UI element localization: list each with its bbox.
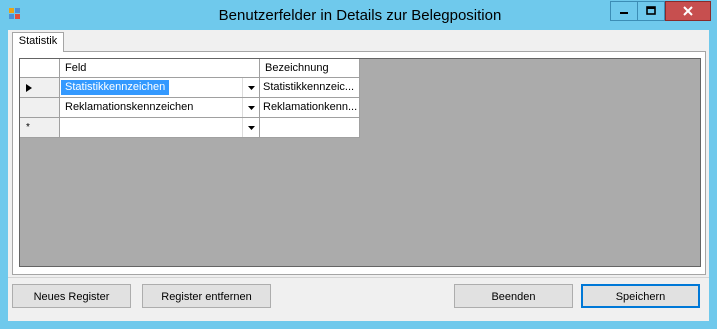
minimize-icon [620,12,628,14]
maximize-button[interactable] [638,1,665,21]
new-row-indicator: * [26,122,30,133]
row-header[interactable] [20,98,60,118]
close-icon [683,6,693,16]
feld-combobox[interactable]: Statistikkennzeichen [60,78,260,98]
bezeichnung-cell[interactable] [260,118,360,138]
button-bar: Neues Register Register entfernen Beende… [8,277,709,321]
row-header[interactable] [20,78,60,98]
app-icon [9,8,20,19]
bezeichnung-cell[interactable]: Statistikkennzeic... [260,78,360,98]
row-header[interactable]: * [20,118,60,138]
save-button[interactable]: Speichern [581,284,700,308]
window-title: Benutzerfelder in Details zur Belegposit… [218,7,502,24]
remove-tab-button[interactable]: Register entfernen [142,284,271,308]
current-row-icon [26,84,32,92]
tab-page: Feld Bezeichnung Statistikkennzeichen St… [12,51,706,275]
feld-value: Reklamationskennzeichen [65,101,194,113]
chevron-down-icon [247,125,255,130]
title-bar[interactable]: Benutzerfelder in Details zur Belegposit… [0,0,717,30]
table-row[interactable]: Statistikkennzeichen Statistikkennzeic..… [20,78,360,98]
tab-statistik[interactable]: Statistik [12,32,64,52]
table-row-new[interactable]: * [20,118,360,138]
bezeichnung-value: Reklamationkenn... [263,101,358,113]
new-tab-button[interactable]: Neues Register [12,284,131,308]
column-header-bezeichnung[interactable]: Bezeichnung [260,59,360,78]
header-corner [20,59,60,78]
table-row[interactable]: Reklamationskennzeichen Reklamationkenn.… [20,98,360,118]
dropdown-button[interactable] [242,98,259,117]
close-window-button[interactable] [665,1,711,21]
tab-label: Statistik [18,35,58,47]
data-grid[interactable]: Feld Bezeichnung Statistikkennzeichen St… [19,58,701,267]
column-header-feld[interactable]: Feld [60,59,260,78]
minimize-button[interactable] [610,1,638,21]
grid-header-row: Feld Bezeichnung [20,59,360,78]
dialog-window: Benutzerfelder in Details zur Belegposit… [0,0,717,329]
feld-value: Statistikkennzeichen [61,80,170,95]
bezeichnung-value: Statistikkennzeic... [263,81,355,93]
dropdown-button[interactable] [242,78,259,97]
chevron-down-icon [247,105,255,110]
feld-combobox[interactable]: Reklamationskennzeichen [60,98,260,118]
bezeichnung-cell[interactable]: Reklamationkenn... [260,98,360,118]
close-button[interactable]: Beenden [454,284,573,308]
chevron-down-icon [247,85,255,90]
maximize-icon [646,6,656,15]
client-area: Statistik Feld Bezeichnung Statistikkenn… [8,30,709,321]
feld-combobox[interactable] [60,118,260,138]
dropdown-button[interactable] [242,118,259,137]
